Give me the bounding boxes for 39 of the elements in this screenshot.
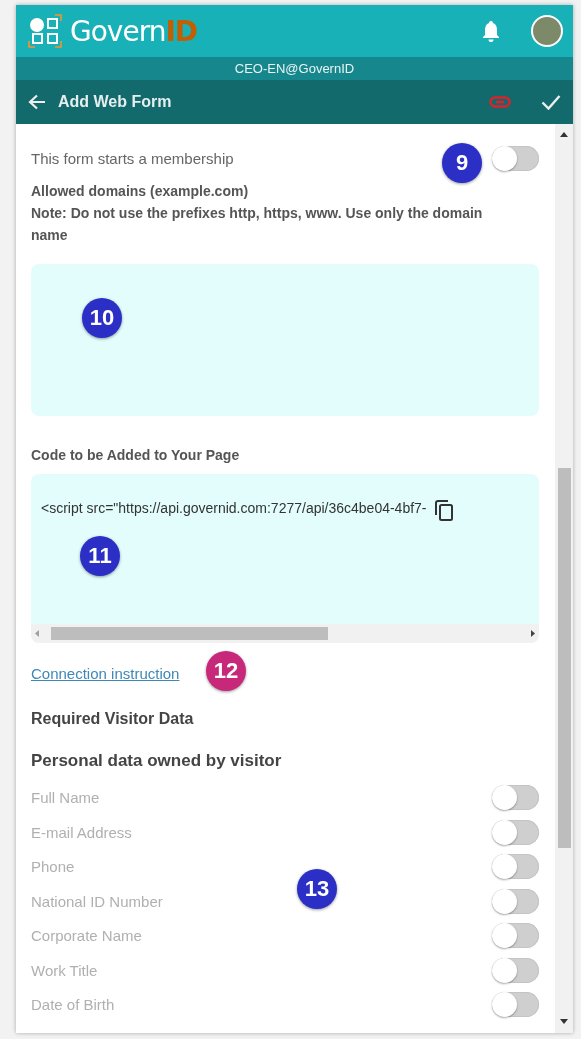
- copy-icon[interactable]: [434, 499, 453, 521]
- checkmark-icon[interactable]: [541, 94, 561, 110]
- field-label: Date of Birth: [31, 996, 115, 1014]
- back-arrow-icon[interactable]: [28, 94, 46, 110]
- logo-icon: [28, 14, 62, 48]
- field-label: E-mail Address: [31, 823, 132, 841]
- toggle-switch[interactable]: [492, 785, 539, 811]
- code-text: <script src="https://api.governid.com:7277/api/36c4be04-4bf7-: [41, 499, 427, 516]
- form-option-label: This form starts a membership: [31, 149, 234, 167]
- domains-input[interactable]: [31, 263, 539, 416]
- field-label: Allowed domains (example.com): [31, 181, 250, 201]
- avatar[interactable]: [531, 15, 563, 47]
- notification-bell-icon[interactable]: [481, 20, 501, 42]
- field-label: Phone: [31, 858, 75, 876]
- link-icon[interactable]: [489, 96, 511, 108]
- toggle-switch[interactable]: [492, 819, 539, 845]
- account-name: CEO-EN@GovernID: [234, 61, 355, 76]
- connection-instruction-link[interactable]: Connection instruction: [31, 664, 180, 682]
- callout-badge: 9: [442, 143, 482, 183]
- horizontal-scrollbar[interactable]: [31, 623, 539, 643]
- toggle-switch[interactable]: [492, 854, 539, 880]
- callout-badge: 13: [297, 869, 337, 909]
- field-label: Code to be Added to Your Page: [31, 445, 241, 465]
- field-label: National ID Number: [31, 892, 163, 910]
- toggle-switch[interactable]: [492, 992, 539, 1018]
- page-title: Add Web Form: [58, 93, 172, 111]
- toggle-switch[interactable]: [492, 923, 539, 949]
- field-label: Full Name: [31, 789, 100, 807]
- field-label: Work Title: [31, 961, 98, 979]
- vertical-scrollbar[interactable]: [555, 124, 573, 1033]
- callout-badge: 12: [206, 651, 246, 691]
- section-heading: Required Visitor Data: [31, 709, 195, 728]
- logo-text: GovernID: [70, 14, 198, 48]
- toggle-switch[interactable]: [492, 957, 539, 983]
- field-note: Note: Do not use the prefixes http, https, www. Use only the domain name: [31, 203, 484, 245]
- section-heading: Personal data owned by visitor: [31, 750, 283, 771]
- toggle-switch[interactable]: [492, 145, 539, 171]
- toggle-switch[interactable]: [492, 888, 539, 914]
- field-label: Corporate Name: [31, 927, 142, 945]
